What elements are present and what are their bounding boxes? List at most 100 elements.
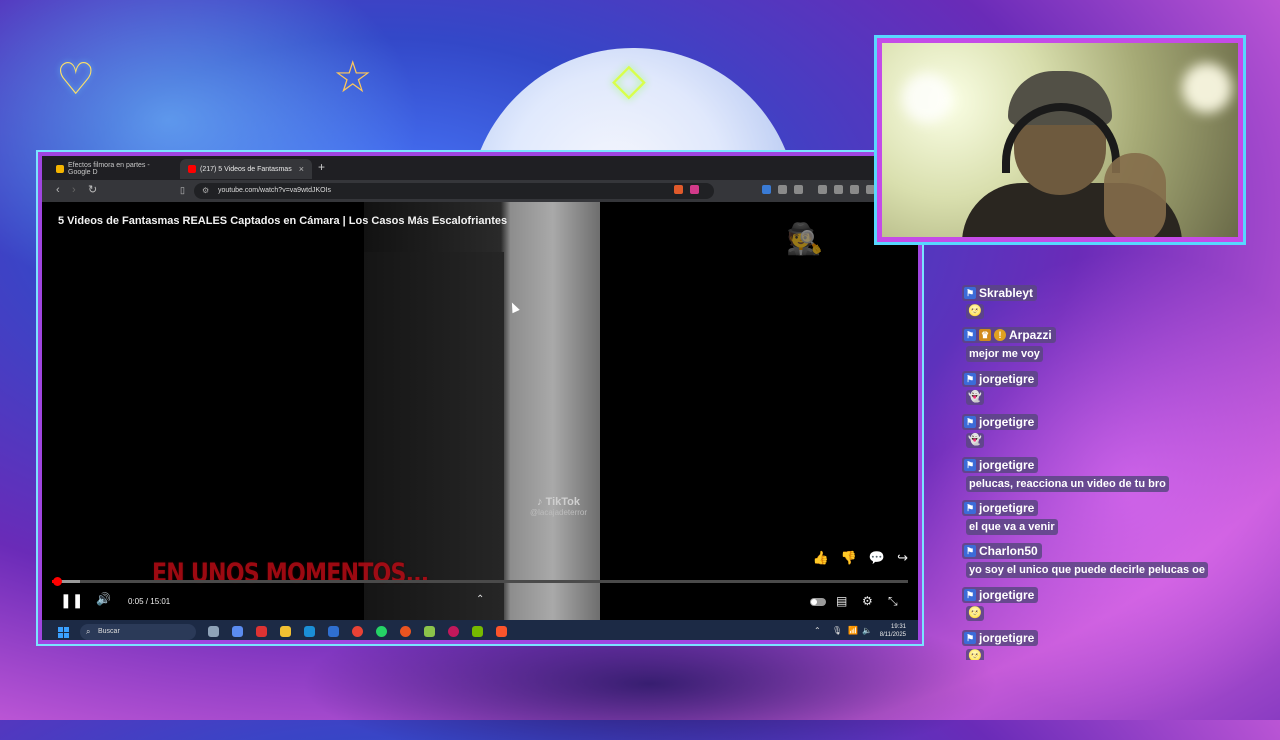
chat-username: ⚑ jorgetigre bbox=[962, 371, 1039, 387]
new-tab-button[interactable]: + bbox=[318, 160, 325, 174]
progress-scrubber[interactable] bbox=[52, 577, 62, 586]
tab-label: Efectos filmora en partes - Google D bbox=[68, 162, 150, 176]
subscriber-badge-icon: ⚑ bbox=[964, 632, 976, 644]
chat-message: ⚑ jorgetigre pelucas, reacciona un video … bbox=[962, 455, 1169, 492]
chat-text: pelucas, reacciona un video de tu bro bbox=[966, 476, 1169, 492]
file-explorer-icon[interactable] bbox=[280, 626, 291, 637]
subscriber-badge-icon: ⚑ bbox=[964, 416, 976, 428]
share-icon[interactable]: ↪ bbox=[897, 550, 908, 566]
star-icon: ☆ bbox=[333, 53, 373, 102]
whatsapp-icon[interactable] bbox=[376, 626, 387, 637]
site-info-icon[interactable]: ⚙ bbox=[202, 183, 209, 199]
video-actions: 👍 👎 💬 ↪ bbox=[813, 550, 908, 566]
forward-icon[interactable]: › bbox=[72, 184, 76, 196]
chat-message: ⚑ jorgetigre el que va a venir bbox=[962, 498, 1058, 535]
volume-icon[interactable]: 🔊 bbox=[96, 592, 111, 606]
chrome-icon[interactable] bbox=[352, 626, 363, 637]
clock-time: 19:31 bbox=[890, 624, 906, 630]
lamp-light bbox=[1182, 63, 1232, 113]
nvidia-icon[interactable] bbox=[472, 626, 483, 637]
app-icon[interactable] bbox=[424, 626, 435, 637]
tab-youtube-video[interactable]: (217) 5 Videos de Fantasmas × bbox=[180, 159, 312, 179]
microphone-icon[interactable]: 🎙 bbox=[832, 626, 842, 635]
streamer-hand bbox=[1104, 153, 1166, 237]
task-view-icon[interactable] bbox=[208, 626, 219, 637]
video-player[interactable]: 5 Videos de Fantasmas REALES Captados en… bbox=[42, 202, 918, 620]
extension-icon[interactable] bbox=[762, 185, 771, 194]
tiktok-handle: @lacajadeterror bbox=[530, 508, 588, 517]
tab-bar: Efectos filmora en partes - Google D (21… bbox=[42, 156, 918, 180]
emote-icon: 🌝 bbox=[966, 304, 984, 319]
exit-fullscreen-icon[interactable]: ⤡ bbox=[888, 594, 898, 609]
chat-message: ⚑ Charlon50 yo soy el unico que puede dec… bbox=[962, 541, 1208, 578]
chat-text: el que va a venir bbox=[966, 519, 1058, 535]
chat-username: ⚑ jorgetigre bbox=[962, 500, 1039, 516]
taskbar-search[interactable]: ⌕ Buscar bbox=[80, 624, 196, 640]
search-placeholder: Buscar bbox=[98, 628, 120, 635]
chat-username: ⚑ Skrableyt bbox=[962, 285, 1038, 301]
progress-bar[interactable] bbox=[52, 577, 908, 586]
copilot-icon[interactable] bbox=[232, 626, 243, 637]
chevron-up-icon[interactable]: ⌃ bbox=[476, 594, 484, 605]
chat-username: ⚑ jorgetigre bbox=[962, 630, 1039, 646]
tray-chevron-icon[interactable]: ⌃ bbox=[814, 626, 821, 635]
tiktok-brand: ♪ TikTok bbox=[537, 496, 581, 508]
crown-badge-icon: ♛ bbox=[979, 329, 991, 341]
browser-toolbar: ‹ › ↻ ▯ ⚙ youtube.com/watch?v=va9wtdJKOI… bbox=[42, 180, 918, 202]
reload-icon[interactable]: ↻ bbox=[88, 184, 97, 196]
url-text: youtube.com/watch?v=va9wtdJKOIs bbox=[218, 187, 332, 194]
youtube-icon bbox=[188, 165, 196, 173]
extension-icon[interactable] bbox=[850, 185, 859, 194]
brave-rewards-icon[interactable] bbox=[690, 185, 699, 194]
chat-username: ⚑ jorgetigre bbox=[962, 457, 1039, 473]
speaker-icon[interactable]: 🔈 bbox=[862, 626, 872, 635]
windows-start-icon[interactable] bbox=[58, 627, 69, 638]
tab-filmora-doc[interactable]: Efectos filmora en partes - Google D bbox=[48, 159, 176, 179]
bookmark-icon[interactable]: ▯ bbox=[180, 184, 185, 196]
edge-icon[interactable] bbox=[304, 626, 315, 637]
autoplay-toggle[interactable] bbox=[810, 598, 826, 606]
heart-icon: ♡ bbox=[56, 55, 96, 104]
brave-shield-icon[interactable] bbox=[674, 185, 683, 194]
subtitles-icon[interactable]: ▤ bbox=[836, 594, 847, 608]
subscriber-badge-icon: ⚑ bbox=[964, 287, 976, 299]
chat-username: ⚑ ♛! Arpazzi bbox=[962, 327, 1056, 343]
chat-message: ⚑ jorgetigre 🌝 bbox=[962, 585, 1039, 621]
emote-icon: 👻 bbox=[966, 390, 984, 405]
taskbar-clock[interactable]: 19:31 8/11/2025 bbox=[880, 623, 906, 639]
extension-icon[interactable] bbox=[794, 185, 803, 194]
player-controls: ❚❚ 🔊 0:05 / 15:01 ⌃ ▤ ⚙ ⤡ bbox=[42, 588, 918, 616]
extension-icon[interactable] bbox=[818, 185, 827, 194]
extension-icon[interactable] bbox=[866, 185, 875, 194]
clock-date: 8/11/2025 bbox=[879, 632, 906, 638]
channel-watermark-icon: 🕵 bbox=[786, 223, 824, 256]
like-icon[interactable]: 👍 bbox=[813, 550, 829, 566]
app-icon[interactable] bbox=[256, 626, 267, 637]
dislike-icon[interactable]: 👎 bbox=[841, 550, 857, 566]
browser-window: Efectos filmora en partes - Google D (21… bbox=[38, 152, 922, 644]
comments-icon[interactable]: 💬 bbox=[869, 550, 885, 566]
wifi-icon[interactable]: 📶 bbox=[848, 626, 858, 635]
settings-gear-icon[interactable]: ⚙ bbox=[862, 594, 873, 608]
close-tab-icon[interactable]: × bbox=[299, 164, 304, 174]
extension-icon[interactable] bbox=[778, 185, 787, 194]
emote-icon: 🌝 bbox=[966, 606, 984, 621]
subscriber-badge-icon: ⚑ bbox=[964, 373, 976, 385]
tab-label: (217) 5 Videos de Fantasmas bbox=[200, 165, 292, 173]
video-title[interactable]: 5 Videos de Fantasmas REALES Captados en… bbox=[58, 215, 507, 227]
sidebar-icon[interactable] bbox=[834, 185, 843, 194]
pause-icon[interactable]: ❚❚ bbox=[60, 592, 83, 609]
address-bar[interactable]: ⚙ youtube.com/watch?v=va9wtdJKOIs bbox=[194, 183, 714, 199]
chat-message: ⚑ Skrableyt 🌝 bbox=[962, 283, 1038, 319]
app-icon[interactable] bbox=[400, 626, 411, 637]
emote-icon: 👻 bbox=[966, 433, 984, 448]
back-icon[interactable]: ‹ bbox=[56, 184, 60, 196]
chat-message: ⚑ jorgetigre 🌝 bbox=[962, 628, 1039, 660]
brave-icon[interactable] bbox=[496, 626, 507, 637]
search-icon: ⌕ bbox=[86, 627, 91, 636]
chat-message: ⚑ jorgetigre 👻 bbox=[962, 412, 1039, 448]
subscriber-badge-icon: ⚑ bbox=[964, 459, 976, 471]
store-icon[interactable] bbox=[328, 626, 339, 637]
app-icon[interactable] bbox=[448, 626, 459, 637]
tiktok-watermark: ♪ TikTok @lacajadeterror bbox=[530, 496, 587, 517]
